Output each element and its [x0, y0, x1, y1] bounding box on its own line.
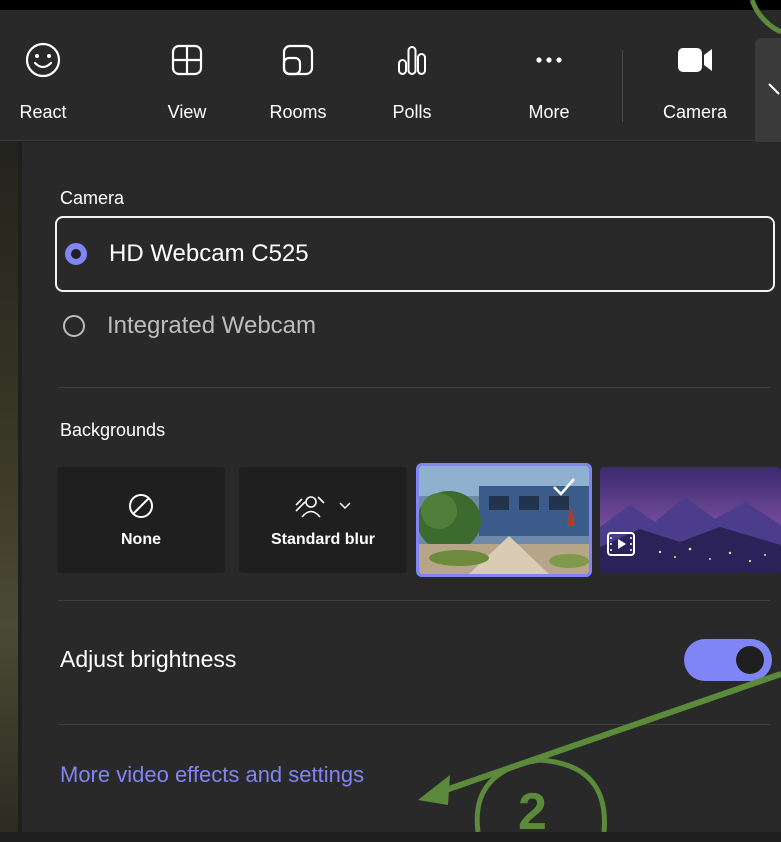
annotation-number: 2	[518, 783, 547, 841]
checkmark-icon	[553, 478, 575, 496]
top-edge	[0, 0, 781, 10]
blur-icon	[295, 496, 325, 518]
radio-unselected[interactable]	[63, 315, 85, 337]
video-play-icon	[607, 532, 635, 556]
no-symbol-icon	[129, 494, 153, 518]
view-button[interactable]: View	[132, 10, 242, 140]
background-image-tile-selected[interactable]	[416, 463, 592, 577]
camera-heading: Camera	[60, 188, 125, 208]
chevron-down-icon	[768, 83, 780, 95]
chevron-down-icon[interactable]	[337, 498, 353, 514]
camera-icon	[675, 40, 715, 80]
camera-label: Camera	[662, 102, 728, 122]
background-video-tile[interactable]	[600, 467, 781, 573]
night-mountains-background-image	[600, 467, 781, 573]
grid-icon	[169, 40, 205, 80]
backgrounds-heading: Backgrounds	[60, 420, 166, 440]
background-none-label: None	[121, 531, 161, 548]
meeting-toolbar: React View Rooms Polls More Camera	[0, 10, 781, 146]
camera-option-label: HD Webcam C525	[109, 240, 309, 267]
polls-label: Polls	[392, 102, 432, 122]
toggle-knob	[736, 646, 764, 674]
view-label: View	[167, 102, 207, 122]
camera-option-integrated-webcam[interactable]: Integrated Webcam	[55, 288, 775, 364]
more-button[interactable]: More	[494, 10, 604, 140]
divider	[58, 600, 770, 601]
more-label: More	[528, 102, 570, 122]
rooms-label: Rooms	[269, 102, 327, 122]
background-blur-label: Standard blur	[270, 531, 375, 548]
camera-options-chevron-button[interactable]	[755, 38, 781, 146]
adjust-brightness-toggle[interactable]	[684, 639, 772, 681]
divider	[58, 387, 770, 388]
polls-icon	[394, 40, 430, 80]
smiley-icon	[23, 40, 63, 80]
adjust-brightness-label: Adjust brightness	[60, 646, 237, 672]
rooms-button[interactable]: Rooms	[243, 10, 353, 140]
background-none-tile[interactable]: None	[57, 467, 225, 573]
more-video-effects-link[interactable]: More video effects and settings	[60, 762, 364, 788]
rooms-icon	[280, 40, 316, 80]
react-label: React	[19, 102, 67, 122]
more-dots-icon	[531, 40, 567, 80]
react-button[interactable]: React	[0, 10, 98, 140]
camera-option-label: Integrated Webcam	[107, 312, 317, 339]
toolbar-separator	[622, 50, 623, 122]
divider	[58, 724, 770, 725]
polls-button[interactable]: Polls	[357, 10, 467, 140]
camera-button[interactable]: Camera	[640, 10, 750, 140]
background-blur-tile[interactable]: Standard blur	[239, 467, 407, 573]
radio-selected[interactable]	[65, 243, 87, 265]
camera-option-hd-webcam[interactable]: HD Webcam C525	[55, 216, 775, 292]
